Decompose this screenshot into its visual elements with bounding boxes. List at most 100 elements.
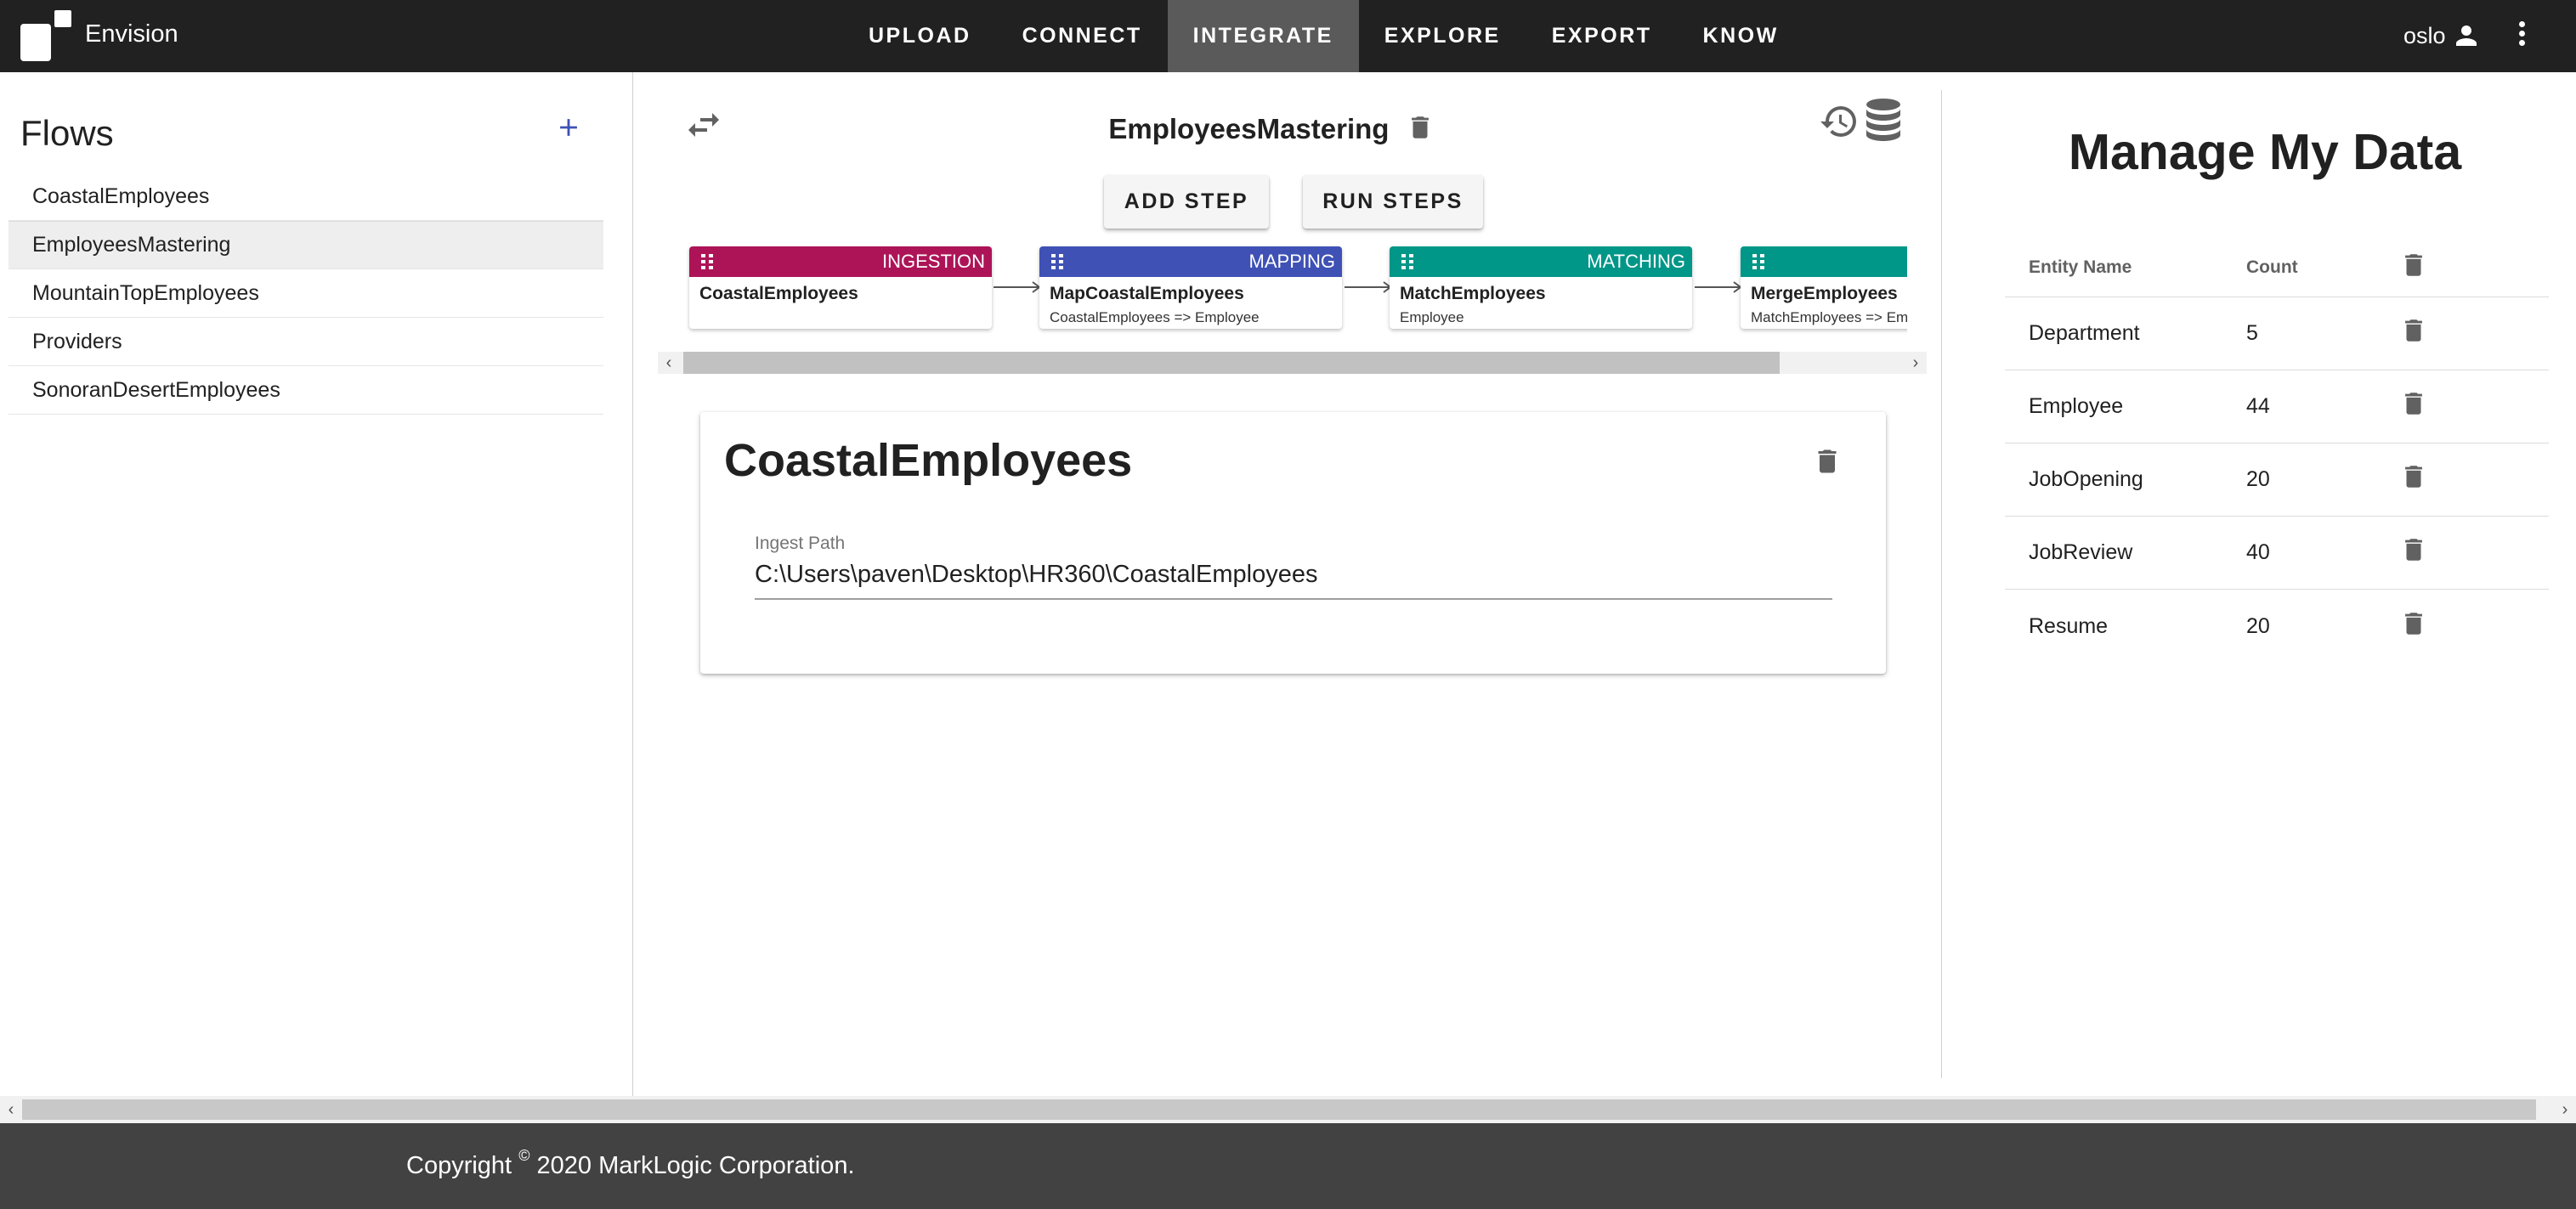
delete-entity-button[interactable]	[2399, 462, 2549, 497]
manage-title: Manage My Data	[2068, 124, 2462, 180]
ingest-path-field[interactable]: C:\Users\paven\Desktop\HR360\CoastalEmpl…	[755, 561, 1317, 589]
app-title[interactable]: Envision	[85, 20, 178, 48]
step-subtitle: Employee	[1400, 309, 1464, 325]
steps-scrollbar[interactable]: ‹ ›	[658, 352, 1927, 374]
nav-integrate[interactable]: INTEGRATE	[1167, 0, 1359, 72]
delete-entity-button[interactable]	[2399, 535, 2549, 570]
entity-name: Resume	[2029, 613, 2109, 638]
nav-upload[interactable]: UPLOAD	[843, 0, 997, 72]
trash-icon	[2405, 539, 2422, 561]
entity-count: 5	[2246, 321, 2258, 345]
delete-step-button[interactable]	[1812, 446, 1843, 481]
step-card[interactable]: MATCHING MatchEmployees Employee	[1390, 246, 1692, 329]
step-detail-card: CoastalEmployees Ingest Path C:\Users\pa…	[700, 412, 1886, 674]
steps-pipeline: INGESTION CoastalEmployees MAPPING MapCo…	[658, 246, 1907, 348]
arrow-right-icon	[1345, 281, 1392, 293]
arrow-right-icon	[994, 281, 1041, 293]
trash-icon	[2405, 612, 2422, 635]
flow-item-sonoran-desert-employees[interactable]: SonoranDesertEmployees	[8, 366, 603, 415]
step-subtitle	[689, 304, 992, 309]
delete-flow-button[interactable]	[1406, 113, 1435, 149]
entity-count: 44	[2246, 394, 2270, 418]
table-row: Department 5	[2005, 297, 2549, 370]
trash-icon	[2405, 466, 2422, 488]
entity-name: JobOpening	[2029, 467, 2143, 491]
step-subtitle: CoastalEmployees => Employee	[1050, 309, 1260, 325]
flow-editor: EmployeesMastering ADD STEP RUN STEPS IN…	[634, 72, 1940, 1096]
flow-item-providers[interactable]: Providers	[8, 318, 603, 366]
table-row: JobReview 40	[2005, 517, 2549, 590]
step-name: MatchEmployees	[1400, 284, 1546, 303]
step-card[interactable]: MergeEmployees MatchEmployees => Employe…	[1741, 246, 1907, 329]
table-row: Employee 44	[2005, 370, 2549, 443]
delete-all-button[interactable]	[2399, 251, 2549, 285]
nav-connect[interactable]: CONNECT	[997, 0, 1168, 72]
scrollbar-thumb[interactable]	[683, 352, 1780, 374]
copyright-symbol: ©	[518, 1147, 530, 1164]
flow-list: CoastalEmployees EmployeesMastering Moun…	[8, 172, 603, 415]
table-row: Resume 20	[2005, 590, 2549, 663]
page-horizontal-scrollbar[interactable]: ‹ ›	[0, 1096, 2576, 1123]
trash-icon	[2405, 393, 2422, 415]
flow-item-employees-mastering[interactable]: EmployeesMastering	[8, 221, 603, 269]
nav-explore[interactable]: EXPLORE	[1359, 0, 1526, 72]
scroll-right-icon[interactable]: ›	[2554, 1099, 2576, 1121]
step-type: MAPPING	[1248, 251, 1335, 272]
scroll-left-icon[interactable]: ‹	[0, 1099, 22, 1121]
add-flow-button[interactable]	[554, 113, 583, 147]
history-icon[interactable]	[1819, 101, 1861, 144]
user-menu[interactable]: oslo	[2403, 20, 2482, 51]
step-card[interactable]: MAPPING MapCoastalEmployees CoastalEmplo…	[1039, 246, 1342, 329]
step-header: MAPPING	[1039, 246, 1342, 277]
flow-title-text: EmployeesMastering	[1108, 113, 1390, 144]
nav-know[interactable]: KNOW	[1678, 0, 1804, 72]
logo-big-square	[20, 24, 51, 61]
step-card[interactable]: INGESTION CoastalEmployees	[689, 246, 992, 329]
delete-entity-button[interactable]	[2399, 389, 2549, 424]
step-type: INGESTION	[881, 251, 985, 272]
ingest-path-label: Ingest Path	[755, 534, 846, 553]
column-entity-name: Entity Name	[2029, 257, 2132, 277]
step-name: MapCoastalEmployees	[1050, 284, 1244, 303]
copyright-prefix: Copyright	[406, 1152, 512, 1179]
trash-icon	[1411, 116, 1429, 139]
add-step-button[interactable]: ADD STEP	[1104, 175, 1269, 229]
step-name: MergeEmployees	[1751, 284, 1898, 303]
drag-handle-icon[interactable]	[701, 254, 713, 269]
trash-icon	[1818, 449, 1837, 473]
person-icon	[2455, 25, 2477, 46]
entity-name: Employee	[2029, 394, 2124, 418]
delete-entity-button[interactable]	[2399, 316, 2549, 351]
copyright-suffix: 2020 MarkLogic Corporation.	[536, 1152, 855, 1179]
entity-count: 20	[2246, 613, 2270, 638]
nav-export[interactable]: EXPORT	[1526, 0, 1678, 72]
step-header: INGESTION	[689, 246, 992, 277]
table-row: JobOpening 20	[2005, 443, 2549, 517]
delete-entity-button[interactable]	[2399, 609, 2549, 644]
entity-name: JobReview	[2029, 540, 2133, 564]
step-name: CoastalEmployees	[699, 284, 858, 303]
scroll-left-icon[interactable]: ‹	[658, 352, 680, 374]
entity-count: 40	[2246, 540, 2270, 564]
flow-item-coastal-employees[interactable]: CoastalEmployees	[8, 172, 603, 221]
top-app-bar: Envision UPLOAD CONNECT INTEGRATE EXPLOR…	[0, 0, 2576, 72]
run-steps-button[interactable]: RUN STEPS	[1303, 175, 1483, 229]
entity-table: Entity Name Count Department 5 Employee …	[2005, 238, 2549, 663]
app-logo[interactable]	[20, 10, 71, 61]
scrollbar-thumb[interactable]	[22, 1099, 2536, 1120]
trash-icon	[2405, 319, 2422, 342]
copyright-text: Copyright © 2020 MarkLogic Corporation.	[406, 1147, 855, 1180]
database-icon[interactable]	[1863, 98, 1904, 142]
scroll-right-icon[interactable]: ›	[1905, 352, 1927, 374]
plus-icon	[560, 119, 577, 136]
column-count: Count	[2246, 257, 2298, 277]
flow-item-mountain-top-employees[interactable]: MountainTopEmployees	[8, 269, 603, 318]
step-type: MATCHING	[1587, 251, 1685, 272]
drag-handle-icon[interactable]	[1752, 254, 1764, 269]
drag-handle-icon[interactable]	[1051, 254, 1063, 269]
entity-name: Department	[2029, 321, 2140, 345]
manage-my-data-panel: Manage My Data Entity Name Count Departm…	[1942, 72, 2576, 1096]
more-vert-icon[interactable]	[2511, 19, 2532, 53]
main-nav: UPLOAD CONNECT INTEGRATE EXPLORE EXPORT …	[843, 0, 1804, 72]
drag-handle-icon[interactable]	[1401, 254, 1413, 269]
